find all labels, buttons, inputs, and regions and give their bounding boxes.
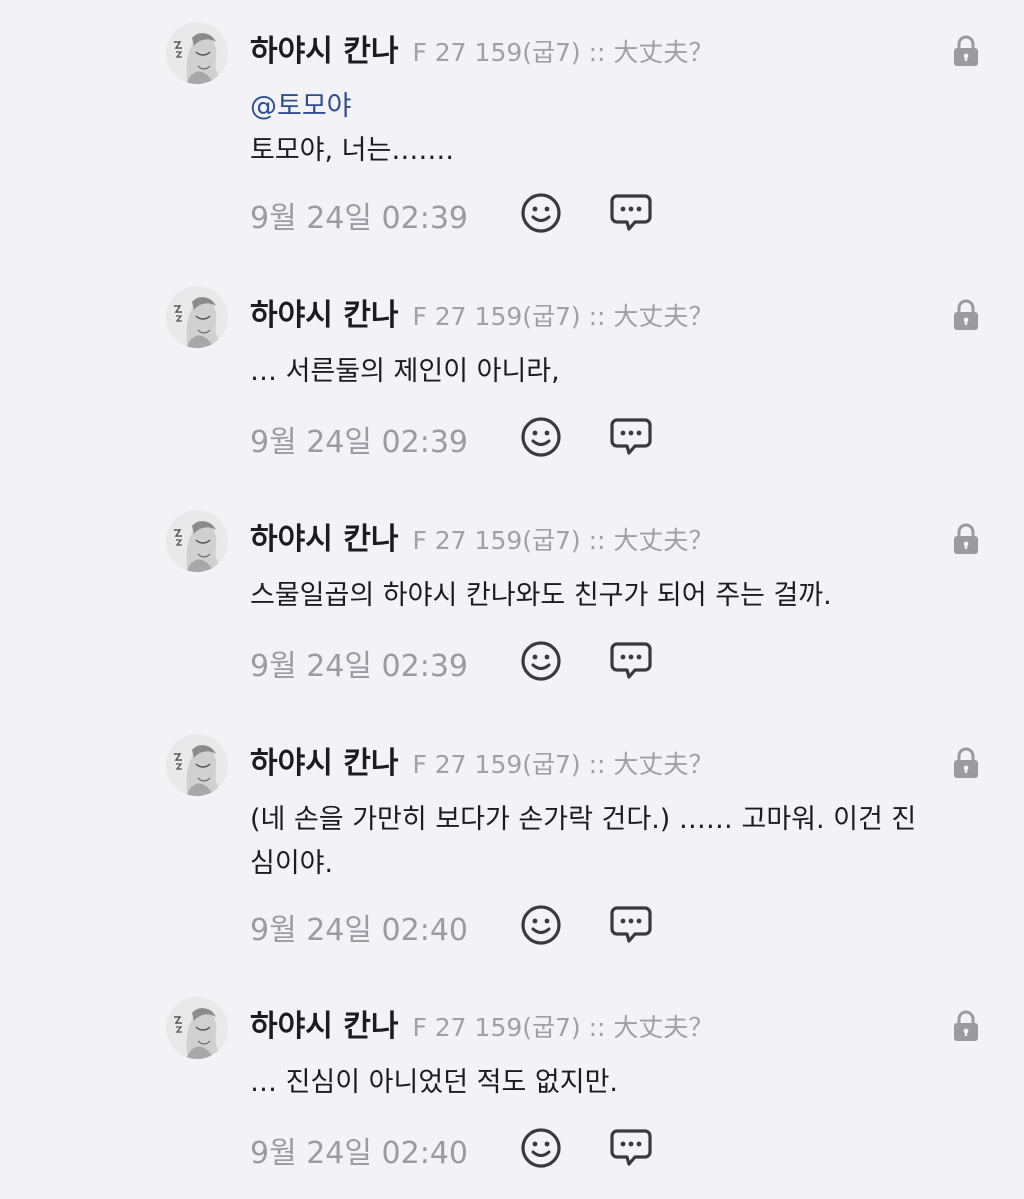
comment-text-line: 스물일곱의 하야시 칸나와도 친구가 되어 주는 걸까. [250,580,832,611]
timestamp: 9월 24일 02:40 [250,1136,468,1171]
comment-footer: 9월 24일 02:39 [250,638,654,688]
comment-footer: 9월 24일 02:40 [250,902,654,952]
author-name[interactable]: 하야시 칸나 [250,26,398,70]
timestamp: 9월 24일 02:39 [250,649,468,684]
emoji-reaction-button[interactable] [518,640,564,686]
comment-text-line: … 서른둘의 제인이 아니라, [250,356,560,387]
timestamp: 9월 24일 02:40 [250,913,468,948]
author-profile-text: F 27 159(굽7) :: 大丈夫？ [412,302,714,331]
reply-button[interactable] [608,904,654,950]
lock-icon [951,747,981,779]
avatar[interactable] [166,286,228,348]
emoji-reaction-button[interactable] [518,1127,564,1173]
author-profile-text: F 27 159(굽7) :: 大丈夫？ [412,750,714,779]
emoji-reaction-button[interactable] [518,904,564,950]
reply-button[interactable] [608,416,654,462]
smiley-icon [520,416,562,462]
comment-body: (네 손을 가만히 보다가 손가락 건다.) …… 고마워. 이건 진심이야. [250,798,970,886]
lock-icon [951,1010,981,1042]
comment-text-line: 토모야, 너는……. [250,135,454,166]
avatar[interactable] [166,510,228,572]
avatar[interactable] [166,734,228,796]
emoji-reaction-button[interactable] [518,192,564,238]
smiley-icon [520,904,562,950]
speech-bubble-icon [609,416,653,462]
reply-button[interactable] [608,640,654,686]
comment-header: 하야시 칸나 F 27 159(굽7) :: 大丈夫？ [250,26,713,74]
comment-header: 하야시 칸나 F 27 159(굽7) :: 大丈夫？ [250,514,713,562]
comment-body: … 진심이 아니었던 적도 없지만. [250,1061,970,1105]
speech-bubble-icon [609,192,653,238]
emoji-reaction-button[interactable] [518,416,564,462]
author-name[interactable]: 하야시 칸나 [250,514,398,558]
comment-body: … 서른둘의 제인이 아니라, [250,350,970,394]
author-name[interactable]: 하야시 칸나 [250,290,398,334]
author-profile-text: F 27 159(굽7) :: 大丈夫？ [412,526,714,555]
lock-icon [951,35,981,67]
speech-bubble-icon [609,904,653,950]
lock-icon [951,299,981,331]
author-profile-text: F 27 159(굽7) :: 大丈夫？ [412,1013,714,1042]
comment-body: @토모야토모야, 너는……. [250,85,970,173]
speech-bubble-icon [609,1127,653,1173]
author-profile-text: F 27 159(굽7) :: 大丈夫？ [412,38,714,67]
author-name[interactable]: 하야시 칸나 [250,1001,398,1045]
comment-header: 하야시 칸나 F 27 159(굽7) :: 大丈夫？ [250,1001,713,1049]
speech-bubble-icon [609,640,653,686]
lock-icon [951,523,981,555]
avatar[interactable] [166,22,228,84]
comment-body: 스물일곱의 하야시 칸나와도 친구가 되어 주는 걸까. [250,574,970,618]
comment-text-line: … 진심이 아니었던 적도 없지만. [250,1067,618,1098]
author-name[interactable]: 하야시 칸나 [250,738,398,782]
comment-text-line: (네 손을 가만히 보다가 손가락 건다.) …… 고마워. 이건 진 [250,804,917,835]
comment-footer: 9월 24일 02:39 [250,190,654,240]
reply-button[interactable] [608,192,654,238]
comment-text-line: 심이야. [250,848,334,879]
smiley-icon [520,640,562,686]
comment-footer: 9월 24일 02:40 [250,1125,654,1175]
timestamp: 9월 24일 02:39 [250,425,468,460]
comment-footer: 9월 24일 02:39 [250,414,654,464]
comment-header: 하야시 칸나 F 27 159(굽7) :: 大丈夫？ [250,290,713,338]
avatar[interactable] [166,997,228,1059]
smiley-icon [520,1127,562,1173]
mention-link[interactable]: @토모야 [250,85,970,129]
smiley-icon [520,192,562,238]
timestamp: 9월 24일 02:39 [250,201,468,236]
reply-button[interactable] [608,1127,654,1173]
comment-header: 하야시 칸나 F 27 159(굽7) :: 大丈夫？ [250,738,713,786]
